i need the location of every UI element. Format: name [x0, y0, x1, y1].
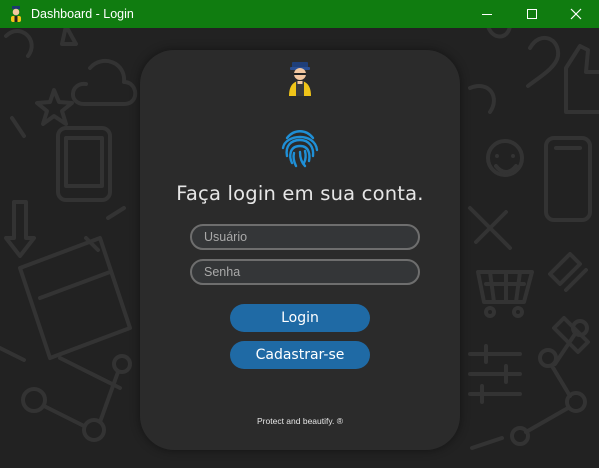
login-heading: Faça login em sua conta. [176, 182, 424, 205]
minimize-button[interactable] [464, 0, 510, 28]
minimize-icon [482, 14, 492, 15]
user-avatar-icon [289, 62, 311, 96]
close-button[interactable] [553, 0, 599, 28]
title-bar[interactable]: Dashboard - Login [0, 0, 599, 28]
maximize-button[interactable] [509, 0, 555, 28]
login-card: Faça login em sua conta. Login Cadastrar… [140, 50, 460, 450]
window-title: Dashboard - Login [31, 7, 134, 21]
maximize-icon [527, 9, 537, 19]
content-area: Faça login em sua conta. Login Cadastrar… [0, 28, 599, 468]
close-icon [570, 8, 582, 20]
fingerprint-icon [281, 130, 319, 168]
app-icon [7, 5, 25, 23]
login-window: Dashboard - Login Faça login em sua cont… [0, 0, 599, 468]
login-button[interactable]: Login [230, 304, 370, 332]
username-input[interactable] [190, 224, 420, 250]
register-button[interactable]: Cadastrar-se [230, 341, 370, 369]
footer-text: Protect and beautify. ® [257, 416, 343, 426]
password-input[interactable] [190, 259, 420, 285]
